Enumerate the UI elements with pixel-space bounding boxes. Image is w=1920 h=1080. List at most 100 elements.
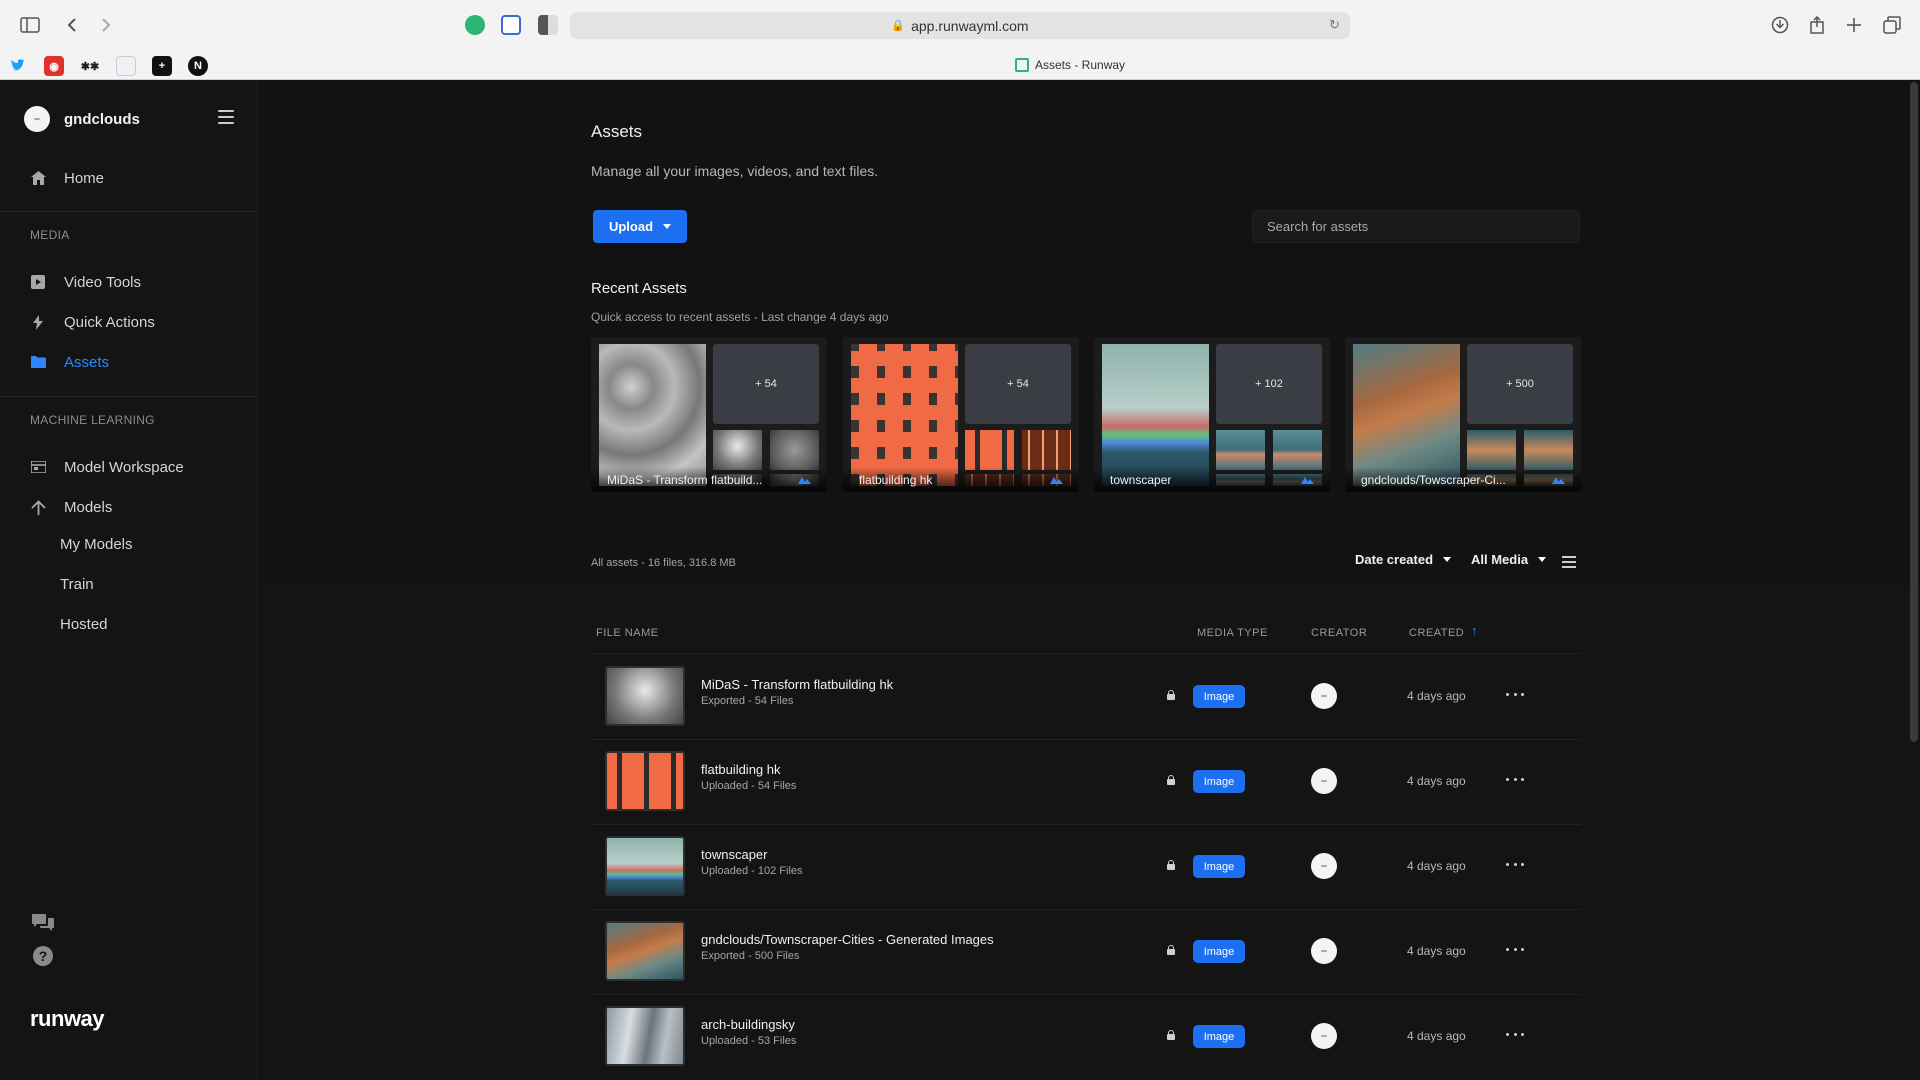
grammarly-extension-icon[interactable]	[465, 15, 485, 35]
sidebar-item-label: Model Workspace	[64, 458, 184, 476]
sidebar-item-hosted[interactable]: Hosted	[60, 616, 108, 633]
search-input[interactable]	[1252, 210, 1580, 243]
lock-icon	[1167, 775, 1175, 785]
notion-favicon-icon[interactable]: N	[188, 56, 208, 76]
back-icon[interactable]	[60, 14, 84, 36]
url-text: app.runwayml.com	[911, 17, 1029, 34]
more-count: + 500	[1467, 344, 1573, 424]
user-avatar	[24, 106, 50, 132]
recent-asset-card[interactable]: + 54 MiDaS - Transform flatbuild...	[591, 337, 827, 492]
table-row[interactable]: flatbuilding hk Uploaded - 54 Files Imag…	[591, 739, 1581, 824]
new-tab-icon[interactable]	[1842, 14, 1866, 36]
lock-icon	[1167, 945, 1175, 955]
asset-thumbnail	[1102, 344, 1209, 486]
sidebar-item-assets[interactable]: Assets	[30, 350, 109, 374]
file-name: arch-buildingsky	[701, 1017, 795, 1032]
red-favicon-icon[interactable]: ◉	[44, 56, 64, 76]
recent-asset-card[interactable]: + 54 flatbuilding hk	[843, 337, 1079, 492]
created-date: 4 days ago	[1407, 859, 1466, 873]
table-row[interactable]: arch-buildingsky Uploaded - 53 Files Ima…	[591, 994, 1581, 1079]
asset-thumbnail	[1216, 430, 1265, 470]
more-options-icon[interactable]	[1506, 687, 1524, 701]
blank-favicon-icon[interactable]	[116, 56, 136, 76]
tab-overview-icon[interactable]	[1880, 14, 1904, 36]
help-icon[interactable]: ?	[33, 946, 53, 966]
sort-ascending-icon[interactable]: ↑	[1471, 623, 1478, 638]
created-date: 4 days ago	[1407, 774, 1466, 788]
column-header-media-type[interactable]: MEDIA TYPE	[1197, 627, 1268, 639]
scrollbar[interactable]	[1910, 82, 1918, 742]
media-type-badge: Image	[1193, 685, 1245, 708]
plus-favicon-icon[interactable]: +	[152, 56, 172, 76]
more-options-icon[interactable]	[1506, 772, 1524, 786]
pocket-extension-icon[interactable]	[501, 15, 521, 35]
sidebar-item-video-tools[interactable]: Video Tools	[30, 270, 141, 294]
upload-button-label: Upload	[608, 219, 654, 234]
media-filter-dropdown[interactable]: All Media	[1471, 552, 1547, 567]
card-name: townscaper	[1110, 472, 1172, 487]
recent-asset-card[interactable]: + 102 townscaper	[1094, 337, 1330, 492]
divider	[0, 396, 258, 397]
sidebar-item-home[interactable]: Home	[30, 166, 104, 190]
card-caption: MiDaS - Transform flatbuild...	[591, 467, 827, 492]
sidebar-item-train[interactable]: Train	[60, 576, 94, 593]
column-header-created[interactable]: CREATED	[1409, 627, 1464, 639]
file-meta: Exported - 54 Files	[701, 695, 794, 707]
card-name: MiDaS - Transform flatbuild...	[607, 472, 763, 487]
models-icon	[30, 499, 46, 515]
filter-label: All Media	[1471, 552, 1529, 567]
creator-avatar	[1311, 768, 1337, 794]
asset-thumbnail	[1273, 430, 1322, 470]
sidebar-item-models[interactable]: Models	[30, 495, 112, 519]
more-options-icon[interactable]	[1506, 1027, 1524, 1041]
divider	[0, 211, 258, 212]
image-type-icon	[1552, 475, 1565, 484]
lock-icon: 🔒	[891, 20, 906, 32]
asset-thumbnail	[713, 430, 762, 470]
creator-avatar	[1311, 1023, 1337, 1049]
tab-title[interactable]: Assets - Runway	[1015, 58, 1125, 72]
table-row[interactable]: MiDaS - Transform flatbuilding hk Export…	[591, 654, 1581, 739]
table-row[interactable]: townscaper Uploaded - 102 Files Image 4 …	[591, 824, 1581, 909]
stars-favicon-icon[interactable]: ✱✱	[80, 56, 100, 76]
asset-thumbnail	[605, 751, 685, 811]
list-view-icon[interactable]	[1562, 556, 1576, 568]
sidebar-toggle-icon[interactable]	[18, 14, 42, 36]
shield-extension-icon[interactable]	[538, 15, 558, 35]
share-icon[interactable]	[1805, 14, 1829, 36]
column-header-creator[interactable]: CREATOR	[1311, 627, 1367, 639]
recent-asset-card[interactable]: + 500 gndclouds/Towscraper-Ci...	[1345, 337, 1581, 492]
sidebar-item-quick-actions[interactable]: Quick Actions	[30, 310, 155, 334]
sort-dropdown[interactable]: Date created	[1355, 552, 1452, 567]
forward-icon[interactable]	[94, 14, 118, 36]
page-title: Assets	[591, 122, 643, 141]
table-row[interactable]: gndclouds/Townscraper-Cities - Generated…	[591, 909, 1581, 994]
reload-icon[interactable]: ↻	[1329, 17, 1340, 33]
file-meta: Uploaded - 102 Files	[701, 865, 803, 877]
created-date: 4 days ago	[1407, 944, 1466, 958]
tab-title-text: Assets - Runway	[1035, 58, 1126, 72]
lightning-icon	[30, 314, 46, 330]
more-options-icon[interactable]	[1506, 857, 1524, 871]
column-header-file-name[interactable]: FILE NAME	[596, 627, 659, 639]
upload-button[interactable]: Upload	[593, 210, 687, 243]
downloads-icon[interactable]	[1768, 14, 1792, 36]
address-bar[interactable]: 🔒 app.runwayml.com ↻	[570, 12, 1350, 39]
creator-avatar	[1311, 938, 1337, 964]
sidebar: gndclouds Home MEDIA Video Tools Quick A…	[0, 80, 258, 1080]
sidebar-item-label: Assets	[64, 353, 110, 371]
twitter-favicon-icon[interactable]	[8, 56, 28, 76]
user-menu[interactable]: gndclouds	[24, 106, 140, 132]
more-options-icon[interactable]	[1506, 942, 1524, 956]
file-name: gndclouds/Townscraper-Cities - Generated…	[701, 932, 994, 947]
chat-icon[interactable]	[32, 912, 54, 934]
asset-thumbnail	[605, 1006, 685, 1066]
asset-thumbnail	[1353, 344, 1460, 486]
hamburger-menu-icon[interactable]	[218, 110, 234, 124]
sidebar-item-model-workspace[interactable]: Model Workspace	[30, 455, 184, 479]
lock-icon	[1167, 860, 1175, 870]
asset-thumbnail	[599, 344, 706, 486]
assets-summary: All assets - 16 files, 316.8 MB	[591, 557, 736, 569]
sidebar-item-my-models[interactable]: My Models	[60, 536, 133, 553]
folder-icon	[30, 354, 46, 370]
